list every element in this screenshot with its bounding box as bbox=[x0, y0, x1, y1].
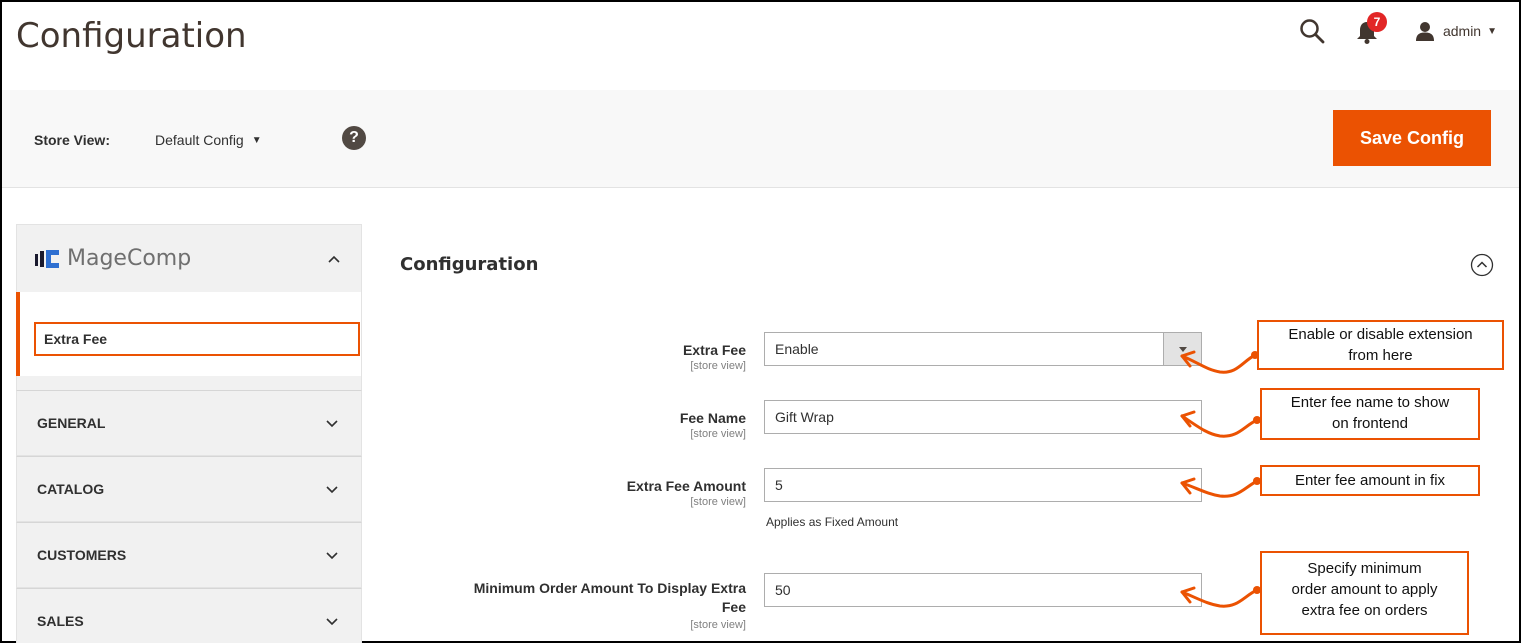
magecomp-brand-label: MageComp bbox=[67, 246, 192, 271]
user-icon bbox=[1415, 21, 1435, 41]
minimum-order-amount-input[interactable]: 50 bbox=[764, 573, 1202, 607]
field-label-minimum-order-amount: Minimum Order Amount To Display Extra Fe… bbox=[386, 579, 746, 631]
sidebar-section-label: CATALOG bbox=[37, 481, 105, 497]
annotation-text: Specify minimum bbox=[1307, 560, 1422, 577]
annotation-callout: Enter fee name to show on frontend bbox=[1260, 388, 1480, 440]
user-name: admin bbox=[1442, 23, 1482, 39]
notification-count-badge: 7 bbox=[1366, 12, 1387, 32]
caret-down-icon: ▼ bbox=[1487, 25, 1497, 37]
store-view-selected: Default Config bbox=[155, 132, 244, 148]
annotation-text: on frontend bbox=[1332, 415, 1408, 432]
annotation-text: Enter fee name to show bbox=[1290, 394, 1450, 411]
store-view-switcher[interactable]: Default Config ▼ bbox=[155, 132, 262, 148]
field-label-text: Minimum Order Amount To Display Extra bbox=[473, 580, 746, 596]
save-config-button[interactable]: Save Config bbox=[1333, 110, 1491, 166]
chevron-down-icon bbox=[325, 416, 339, 430]
help-icon[interactable]: ? bbox=[342, 126, 366, 150]
chevron-down-icon bbox=[325, 548, 339, 562]
annotation-text: from here bbox=[1348, 347, 1413, 364]
annotation-text: order amount to apply bbox=[1291, 581, 1438, 598]
extra-fee-amount-input[interactable]: 5 bbox=[764, 468, 1202, 502]
notifications-bell-icon[interactable]: 7 bbox=[1355, 12, 1387, 44]
sidebar-section-label: SALES bbox=[37, 613, 84, 629]
sidebar-section-label: GENERAL bbox=[37, 415, 106, 431]
field-label-text: Extra Fee Amount bbox=[626, 478, 746, 494]
sidebar-item-extra-fee[interactable]: Extra Fee bbox=[34, 322, 360, 356]
sidebar-spacer bbox=[16, 376, 362, 390]
select-arrow-icon bbox=[1163, 333, 1201, 365]
fee-name-input[interactable]: Gift Wrap bbox=[764, 400, 1202, 434]
annotation-text: Enable or disable extension bbox=[1288, 326, 1473, 343]
annotation-text: Enter fee amount in fix bbox=[1294, 472, 1446, 489]
caret-down-icon: ▼ bbox=[251, 134, 262, 146]
store-view-bar: Store View: Default Config ▼ ? Save Conf… bbox=[2, 90, 1519, 188]
field-scope: [store view] bbox=[690, 496, 746, 508]
header-actions: 7 admin ▼ bbox=[1299, 12, 1497, 48]
annotation-text: extra fee on orders bbox=[1301, 602, 1428, 619]
field-label-text: Fee Name bbox=[679, 410, 746, 426]
annotation-callout: Specify minimum order amount to apply ex… bbox=[1260, 551, 1469, 635]
search-icon[interactable] bbox=[1299, 18, 1325, 44]
annotation-callout: Enter fee amount in fix bbox=[1260, 465, 1480, 496]
field-scope: [store view] bbox=[690, 428, 746, 440]
magecomp-brand: MageComp bbox=[35, 246, 191, 271]
field-label-text: Fee bbox=[721, 599, 746, 615]
sidebar-section-general[interactable]: GENERAL bbox=[16, 390, 362, 456]
field-scope: [store view] bbox=[690, 619, 746, 631]
field-label-fee-name: Fee Name [store view] bbox=[386, 410, 746, 440]
sidebar-section-label: CUSTOMERS bbox=[37, 547, 127, 563]
extra-fee-select-value: Enable bbox=[775, 341, 819, 357]
config-sidebar: MageComp Extra Fee GENERAL CATALOG CUSTO… bbox=[16, 224, 362, 643]
chevron-down-icon bbox=[325, 614, 339, 628]
field-label-extra-fee-amount: Extra Fee Amount [store view] bbox=[386, 478, 746, 508]
user-menu[interactable]: admin ▼ bbox=[1415, 21, 1497, 41]
field-note: Applies as Fixed Amount bbox=[766, 515, 899, 529]
sidebar-group-magecomp[interactable]: MageComp bbox=[16, 224, 362, 292]
field-scope: [store view] bbox=[690, 360, 746, 372]
sidebar-section-catalog[interactable]: CATALOG bbox=[16, 456, 362, 522]
annotation-callout: Enable or disable extension from here bbox=[1257, 320, 1504, 370]
page-title: Configuration bbox=[16, 16, 247, 56]
magecomp-submenu: Extra Fee bbox=[16, 292, 362, 376]
page-header: Configuration 7 admin ▼ bbox=[2, 2, 1519, 90]
sidebar-section-customers[interactable]: CUSTOMERS bbox=[16, 522, 362, 588]
chevron-up-icon bbox=[327, 252, 341, 266]
sidebar-section-sales[interactable]: SALES bbox=[16, 588, 362, 643]
collapse-section-icon[interactable] bbox=[1470, 253, 1494, 277]
chevron-down-icon bbox=[325, 482, 339, 496]
section-title: Configuration bbox=[400, 254, 539, 275]
store-view-label: Store View: bbox=[34, 132, 110, 148]
extra-fee-select[interactable]: Enable bbox=[764, 332, 1202, 366]
field-label-text: Extra Fee bbox=[682, 342, 746, 358]
field-label-extra-fee: Extra Fee [store view] bbox=[386, 342, 746, 372]
magecomp-logo-icon bbox=[35, 249, 61, 269]
